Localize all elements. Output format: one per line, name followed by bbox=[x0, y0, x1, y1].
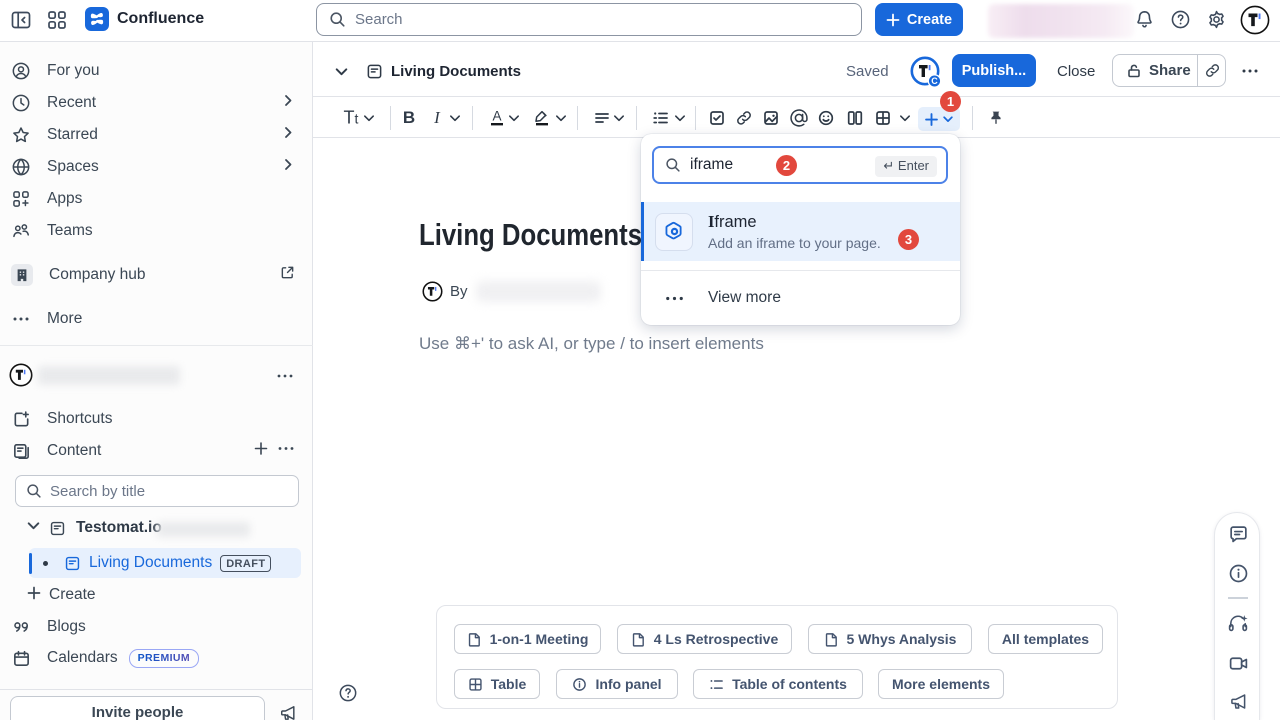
svg-text:C: C bbox=[931, 76, 938, 86]
svg-text:A: A bbox=[492, 109, 501, 124]
